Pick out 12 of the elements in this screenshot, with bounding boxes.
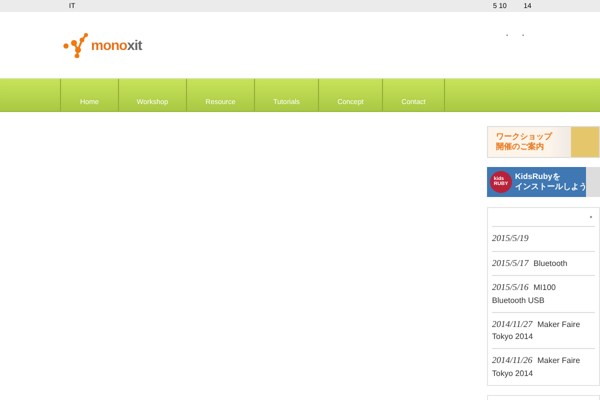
banner-text: KidsRubyを インストールしよう xyxy=(515,172,587,192)
post-link[interactable]: 2015/5/17 Bluetooth xyxy=(492,256,595,270)
header-link[interactable]: ・ xyxy=(503,30,511,41)
photo-placeholder xyxy=(571,127,599,157)
logo-text[interactable]: monoxit xyxy=(91,37,142,53)
post-link[interactable]: 2015/5/19 xyxy=(492,232,595,246)
header-link[interactable]: ・ xyxy=(519,30,527,41)
post-link[interactable]: 2014/11/26 Maker Faire Tokyo 2014 xyxy=(492,354,595,380)
post-link[interactable]: 2015/5/16 MI100 Bluetooth USB xyxy=(492,281,595,306)
post-link[interactable]: 2014/11/27 Maker Faire Tokyo 2014 xyxy=(492,318,595,343)
banner-text: ワークショップ 開催のご案内 xyxy=(496,132,552,152)
molecule-logo-icon xyxy=(63,32,89,58)
